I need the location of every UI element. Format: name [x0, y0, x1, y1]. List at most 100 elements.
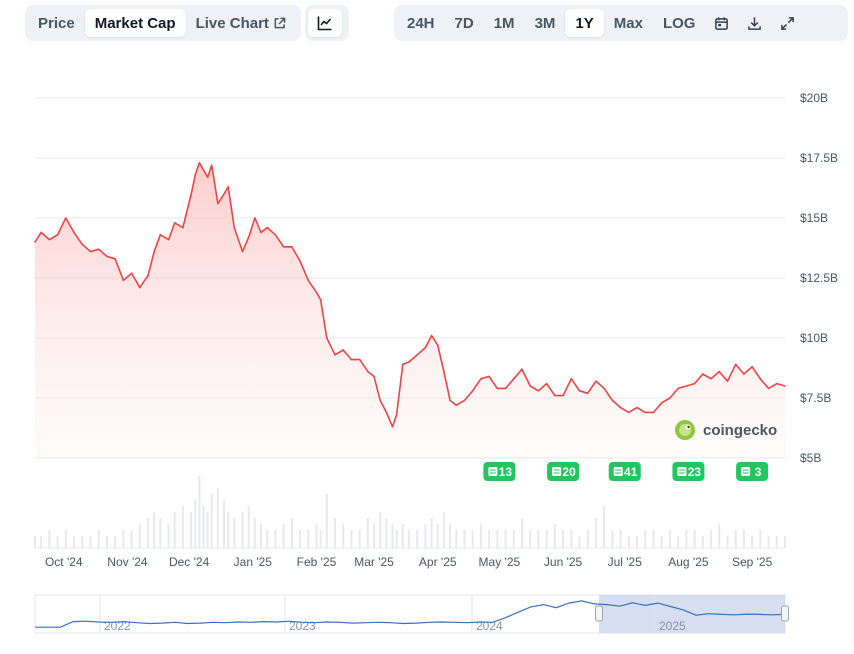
event-count: 3	[755, 465, 762, 479]
data-point	[504, 387, 507, 390]
volume-bar	[253, 518, 256, 548]
volume-bar	[586, 530, 589, 548]
data-point	[784, 385, 786, 387]
data-point	[325, 337, 328, 339]
data-point	[660, 402, 663, 404]
volume-bar	[64, 530, 67, 548]
volume-bar	[260, 524, 263, 548]
data-point	[677, 387, 679, 390]
news-icon	[677, 467, 687, 476]
volume-bar	[48, 530, 51, 548]
gecko-logo-icon	[675, 420, 695, 440]
volume-bar	[553, 524, 556, 548]
volume-bar	[391, 524, 394, 548]
volume-bar	[290, 518, 293, 548]
volume-bar	[416, 530, 419, 548]
data-point	[669, 397, 671, 399]
data-point	[114, 258, 116, 260]
data-point	[210, 164, 213, 166]
data-point	[537, 390, 540, 392]
volume-bar	[223, 500, 226, 548]
data-point	[767, 387, 770, 390]
navigator-handle[interactable]	[595, 605, 603, 622]
volume-bar	[578, 536, 581, 548]
data-point	[202, 169, 205, 171]
volume-bar	[759, 530, 762, 548]
volume-bar	[56, 536, 59, 548]
x-tick-label: Jul '25	[608, 555, 643, 569]
volume-bar	[89, 536, 92, 548]
data-point	[247, 236, 250, 238]
data-point	[315, 291, 318, 294]
volume-bar	[299, 530, 302, 548]
event-marker[interactable]: 13	[483, 462, 516, 481]
data-point	[562, 394, 564, 397]
data-point	[652, 411, 655, 414]
navigator-handle[interactable]	[781, 605, 789, 622]
data-point	[488, 375, 490, 378]
volume-bar	[325, 494, 328, 548]
volume-bar	[463, 530, 466, 548]
data-point	[603, 387, 605, 390]
news-icon	[741, 467, 751, 476]
x-tick-label: Jun '25	[544, 555, 583, 569]
x-tick-label: Sep '25	[732, 555, 773, 569]
data-point	[291, 246, 293, 248]
x-tick-label: Apr '25	[419, 555, 457, 569]
volume-bar	[479, 524, 482, 548]
volume-bar	[449, 524, 452, 548]
data-point	[496, 387, 499, 390]
event-marker[interactable]: 3	[736, 462, 769, 481]
data-point	[628, 411, 630, 414]
data-point	[554, 394, 556, 397]
data-point	[274, 234, 277, 236]
y-tick-label: $10B	[800, 331, 828, 345]
data-point	[512, 378, 515, 380]
event-marker[interactable]: 20	[547, 462, 580, 481]
data-point	[342, 349, 345, 351]
volume-bar	[685, 530, 688, 548]
data-point	[97, 248, 100, 250]
volume-bar	[167, 524, 170, 548]
data-point	[775, 382, 778, 385]
volume-bar	[504, 530, 507, 548]
volume-bar	[775, 536, 778, 548]
data-point	[471, 390, 474, 392]
volume-bar	[274, 530, 277, 548]
data-point	[619, 406, 622, 409]
data-point	[138, 286, 141, 289]
volume-bar	[751, 536, 754, 548]
volume-bar	[512, 530, 515, 548]
event-marker[interactable]: 41	[608, 462, 641, 481]
news-icon	[552, 467, 562, 476]
volume-bar	[194, 500, 197, 548]
data-point	[241, 250, 244, 253]
event-badge[interactable]	[736, 462, 769, 481]
volume-bar	[471, 530, 474, 548]
data-point	[521, 368, 523, 371]
data-point	[751, 366, 753, 368]
data-point	[702, 373, 704, 375]
data-point	[449, 399, 451, 402]
volume-bar	[520, 518, 523, 548]
data-point	[194, 174, 197, 176]
data-point	[685, 385, 688, 387]
volume-bar	[373, 524, 376, 548]
navigator: 2022 2023 2024 2025	[34, 594, 789, 634]
volume-bar	[693, 530, 696, 548]
x-tick-label: Aug '25	[668, 555, 709, 569]
event-marker[interactable]: 23	[672, 462, 705, 481]
navigator-year-label: 2025	[659, 619, 686, 633]
volume-bar	[233, 518, 236, 548]
volume-bar	[488, 530, 491, 548]
data-point	[578, 390, 581, 392]
volume-bar	[181, 506, 184, 548]
volume-bar	[147, 518, 150, 548]
volume-bars	[34, 476, 786, 549]
data-point	[227, 186, 229, 188]
data-point	[545, 382, 548, 385]
news-icon	[488, 467, 498, 476]
y-axis: $20B $17.5B $15B $12.5B $10B $7.5B $5B	[800, 91, 838, 465]
data-point	[307, 279, 310, 282]
volume-bar	[677, 536, 680, 548]
